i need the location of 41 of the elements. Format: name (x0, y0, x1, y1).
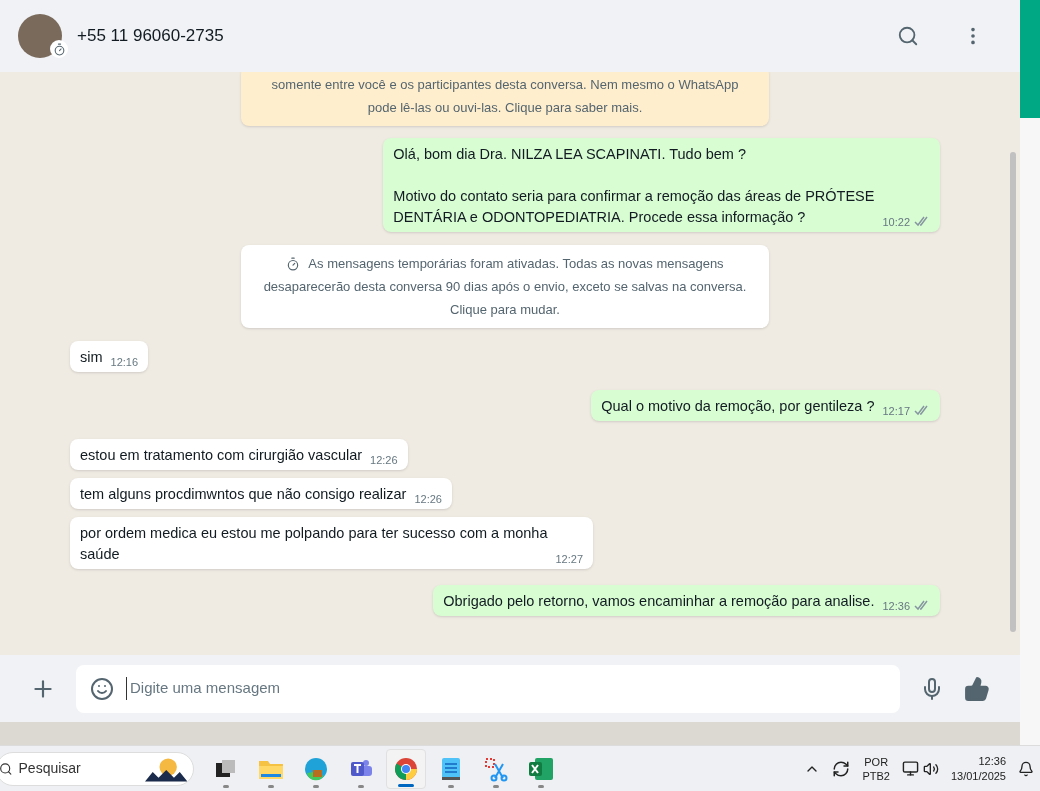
encryption-notice[interactable]: somente entre você e os participantes desta conversa. Nem mesmo o WhatsApp pode lê-las ou ouvi-las. Clique para saber mais. (241, 72, 769, 126)
volume-icon[interactable] (922, 760, 939, 777)
message-text: Obrigado pelo retorno, vamos encaminhar a remoção para analise. (443, 592, 875, 611)
notepad-icon (440, 755, 462, 782)
scissors-icon (483, 755, 509, 782)
moon-landscape-icon (144, 755, 187, 782)
notification-icon[interactable] (1018, 760, 1034, 777)
excel-icon (528, 756, 554, 781)
thumbs-up-icon[interactable] (964, 675, 990, 702)
message-text: Olá, bom dia Dra. NILZA LEA SCAPINATI. Tudo bem ? Motivo do contato seria para confirmar a remoção das áreas de PRÓTESE DENTÁRIA e ODONTOPEDIATRIA. Procede essa informação ? (393, 145, 875, 227)
chrome-icon (394, 756, 418, 781)
language-indicator[interactable]: POR PTB2 (862, 754, 890, 783)
message-text: estou em tratamento com cirurgião vascular (80, 446, 363, 465)
message-time: 12:36 (882, 598, 910, 614)
browser-icon (304, 756, 328, 781)
contact-name[interactable]: +55 11 96060-2735 (77, 23, 882, 49)
search-icon (0, 761, 13, 776)
sticker-icon[interactable] (90, 676, 114, 701)
network-icon[interactable] (901, 760, 919, 777)
clock[interactable]: 12:36 13/01/2025 (950, 753, 1006, 784)
disappearing-messages-notice[interactable]: As mensagens temporárias foram ativadas. Todas as novas mensagens desaparecerão desta conversa 90 dias após o envio, exceto se salvas na conversa. Clique para mudar. (241, 245, 769, 328)
message-text: por ordem medica eu estou me polpando para ter sucesso com a monha saúde (80, 524, 548, 564)
message-time: 12:17 (882, 403, 910, 419)
search-icon[interactable] (897, 25, 919, 47)
taskbar-search-field[interactable]: Pesquisar (0, 751, 194, 786)
message-text: sim (80, 348, 103, 367)
message-time: 12:16 (110, 354, 139, 370)
message-time: 12:27 (555, 551, 583, 567)
message-text: tem alguns procdimwntos que não consigo realizar (80, 485, 407, 504)
message-time: 12:26 (370, 452, 398, 468)
sync-icon[interactable] (832, 759, 851, 778)
timer-icon (286, 256, 301, 271)
search-input[interactable]: Pesquisar (18, 758, 139, 779)
contact-avatar[interactable] (18, 14, 62, 58)
message-input[interactable]: Digite uma mensagem (126, 677, 886, 700)
message-time: 10:22 (882, 214, 910, 230)
scrollbar[interactable] (1010, 152, 1016, 632)
message-time: 12:26 (414, 491, 442, 507)
message-text: Qual o motivo da remoção, por gentileza ? (601, 397, 875, 416)
composer-field[interactable]: Digite uma mensagem (76, 664, 900, 713)
timer-badge-icon (50, 40, 68, 58)
